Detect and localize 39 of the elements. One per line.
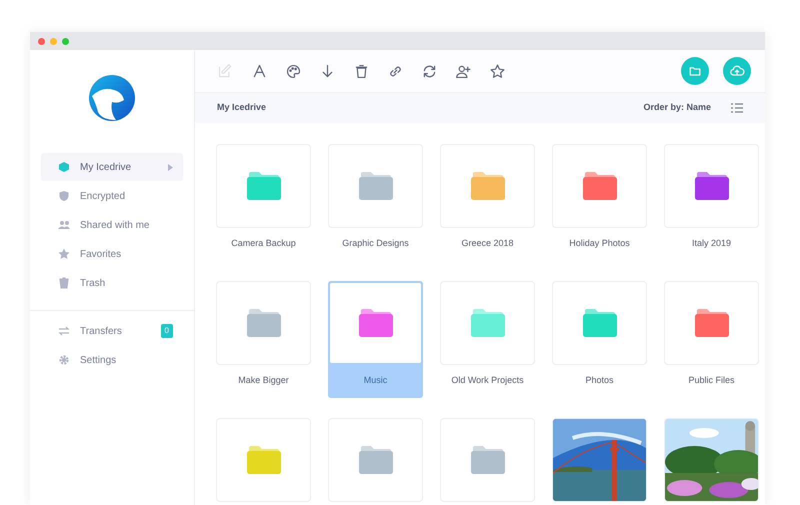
chevron-right-icon: [168, 164, 173, 170]
item-name: Camera Backup: [231, 237, 296, 250]
sidebar-item[interactable]: Settings: [41, 346, 183, 374]
count-badge: 0: [160, 324, 173, 338]
transfer-arrows-icon: [58, 325, 70, 337]
upload-button[interactable]: [723, 57, 751, 85]
close-dot[interactable]: [38, 38, 45, 44]
sidebar-item[interactable]: Trash: [41, 269, 183, 297]
star-icon: [58, 248, 70, 260]
item-name: Photos: [585, 374, 614, 387]
edit-icon: [216, 62, 234, 80]
item-name: Graphic Designs: [342, 237, 409, 250]
cube-icon: [58, 161, 70, 173]
minimize-dot[interactable]: [50, 38, 57, 44]
item-name: Italy 2019: [692, 237, 732, 250]
sort-order-label[interactable]: Order by: Name: [643, 101, 711, 115]
new-folder-button[interactable]: [681, 57, 709, 85]
trash-icon: [58, 277, 70, 289]
logo-icon: [88, 74, 136, 122]
gear-icon: [58, 354, 70, 366]
maximize-dot[interactable]: [62, 38, 69, 44]
item-name: Holiday Photos: [569, 237, 630, 250]
item-name: Public Files: [688, 374, 734, 387]
item-name: Greece 2018: [461, 237, 514, 250]
sidebar-item[interactable]: My Icedrive: [41, 153, 183, 181]
list-icon: [731, 103, 743, 113]
palette-icon: [284, 62, 302, 80]
item-name: Make Bigger: [238, 374, 289, 387]
sidebar-item[interactable]: Shared with me: [41, 211, 183, 239]
item-name: Old Work Projects: [451, 374, 524, 387]
sidebar-item[interactable]: Transfers 0: [41, 317, 183, 345]
sidebar-item[interactable]: Favorites: [41, 240, 183, 268]
breadcrumb[interactable]: My Icedrive: [217, 101, 266, 115]
item-name: Music: [364, 374, 388, 387]
sidebar-item[interactable]: Encrypted: [41, 182, 183, 210]
people-icon: [58, 219, 70, 231]
shield-icon: [58, 190, 70, 202]
star-icon: [488, 62, 506, 80]
folder-tile[interactable]: [328, 281, 423, 365]
